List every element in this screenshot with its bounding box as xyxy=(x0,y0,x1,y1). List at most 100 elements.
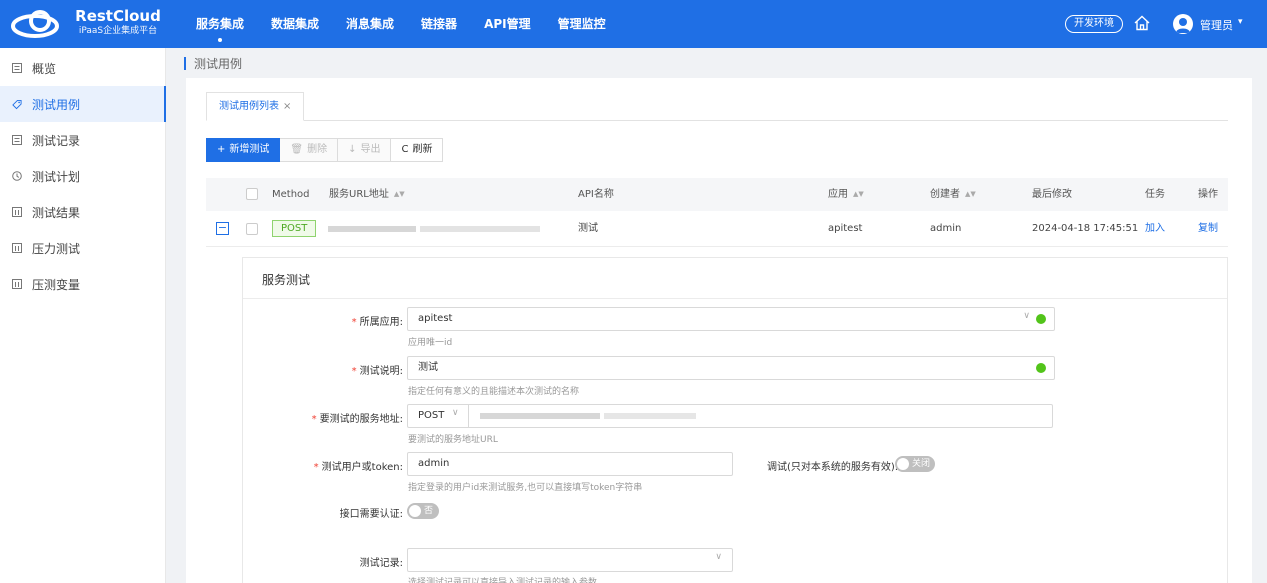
panel-divider xyxy=(243,298,1227,299)
chevron-down-icon[interactable]: ∨ xyxy=(452,408,459,418)
user-menu-caret-icon[interactable]: ▾ xyxy=(1238,17,1243,27)
table-row: − POST 测试 apitest admin 2024-04-18 17:45… xyxy=(206,211,1228,247)
service-url-label: * 要测试的服务地址: xyxy=(311,414,403,425)
column-header-app[interactable]: 应用 ▲▼ xyxy=(828,178,864,211)
sidebar-item-label: 测试计划 xyxy=(32,169,81,184)
app-field-label: * 所属应用: xyxy=(351,317,403,328)
test-record-select[interactable]: ∨ xyxy=(407,548,733,572)
refresh-button[interactable]: C 刷新 xyxy=(391,138,444,162)
nav-item-api-management[interactable]: API管理 xyxy=(484,0,531,48)
sidebar-item-test-cases[interactable]: 测试用例 xyxy=(0,86,166,122)
table-header: Method 服务URL地址 ▲▼ API名称 应用 ▲▼ 创建者 ▲▼ 最后修改 任… xyxy=(206,178,1228,211)
test-description-input[interactable]: 测试 xyxy=(407,356,1055,380)
brand[interactable]: RestCloud iPaaS企业集成平台 xyxy=(68,7,168,37)
service-test-panel: 服务测试 * 所属应用: apitest ∨ 应用唯一id * 测试说明: 测试 指… xyxy=(242,257,1228,583)
sidebar-item-stress-test[interactable]: 压力测试 xyxy=(0,230,166,266)
nav-item-message-integration[interactable]: 消息集成 xyxy=(346,0,394,48)
toggle-text: 关闭 xyxy=(912,459,931,469)
tab-label: 测试用例列表 xyxy=(219,101,279,112)
user-icon xyxy=(1176,18,1190,33)
column-header-last-modified: 最后修改 xyxy=(1032,189,1072,200)
new-test-button[interactable]: + 新增测试 xyxy=(206,138,281,162)
check-circle-icon xyxy=(1036,314,1046,324)
download-icon: ↓ xyxy=(348,144,357,155)
debug-toggle[interactable]: 关闭 xyxy=(895,456,935,472)
nav-item-data-integration[interactable]: 数据集成 xyxy=(271,0,319,48)
method-select-value[interactable]: POST xyxy=(418,405,444,427)
sidebar: 概览 测试用例 测试记录 测试计划 测试结果 压力测试 压测变量 xyxy=(0,48,166,583)
desc-field-hint: 指定任何有意义的且能描述本次测试的名称 xyxy=(408,387,580,397)
chevron-down-icon: ∨ xyxy=(715,552,722,562)
sort-icon[interactable]: ▲▼ xyxy=(965,190,976,197)
active-nav-dot xyxy=(218,38,222,42)
column-header-api-name: API名称 xyxy=(578,189,614,200)
url-redacted xyxy=(328,226,416,232)
sort-icon[interactable]: ▲▼ xyxy=(394,190,405,197)
column-header-url[interactable]: 服务URL地址 ▲▼ xyxy=(329,178,405,211)
trash-icon: 🗑 xyxy=(290,144,304,155)
clock-icon xyxy=(12,171,22,181)
column-header-method: Method xyxy=(272,189,310,200)
sidebar-item-test-results[interactable]: 测试结果 xyxy=(0,194,166,230)
auth-toggle-label: 接口需要认证: xyxy=(339,509,403,520)
app-select-value: apitest xyxy=(418,313,453,324)
token-field-label: * 测试用户或token: xyxy=(313,462,403,473)
user-name[interactable]: 管理员 xyxy=(1200,17,1233,33)
user-avatar[interactable] xyxy=(1173,14,1193,34)
result-icon xyxy=(12,207,22,217)
check-circle-icon xyxy=(1036,363,1046,373)
breadcrumb: 测试用例 xyxy=(184,55,242,71)
column-header-task: 任务 xyxy=(1145,189,1165,200)
tab-divider xyxy=(206,120,1228,121)
method-tag-post: POST xyxy=(272,220,317,237)
nav-item-connector[interactable]: 链接器 xyxy=(421,0,457,48)
main-content: 测试用例列表 × + 新增测试 🗑 删除 ↓ 导出 C 刷新 Method 服务URL地址… xyxy=(186,78,1252,583)
row-expand-button[interactable]: − xyxy=(216,222,229,235)
export-button[interactable]: ↓ 导出 xyxy=(338,138,392,162)
environment-button[interactable]: 开发环境 xyxy=(1065,15,1123,33)
test-description-value: 测试 xyxy=(418,362,438,373)
stress-icon xyxy=(12,243,22,253)
refresh-icon: C xyxy=(401,144,409,155)
plus-icon: + xyxy=(217,144,226,155)
column-header-creator[interactable]: 创建者 ▲▼ xyxy=(930,178,976,211)
sidebar-item-overview[interactable]: 概览 xyxy=(0,50,166,86)
sidebar-item-test-plan[interactable]: 测试计划 xyxy=(0,158,166,194)
panel-title: 服务测试 xyxy=(262,273,311,287)
copy-link[interactable]: 复制 xyxy=(1198,211,1218,247)
overview-icon xyxy=(12,63,22,73)
sidebar-item-label: 测试结果 xyxy=(32,205,81,220)
user-token-value: admin xyxy=(418,458,450,469)
sidebar-item-test-records[interactable]: 测试记录 xyxy=(0,122,166,158)
sort-icon[interactable]: ▲▼ xyxy=(853,190,864,197)
delete-button[interactable]: 🗑 删除 xyxy=(280,138,339,162)
toggle-knob xyxy=(897,458,909,470)
debug-toggle-label: 调试(只对本系统的服务有效): xyxy=(767,462,899,473)
row-app: apitest xyxy=(828,223,863,234)
input-divider xyxy=(468,405,469,427)
tab-test-case-list[interactable]: 测试用例列表 × xyxy=(206,92,305,121)
app-select[interactable]: apitest ∨ xyxy=(407,307,1055,331)
sidebar-item-label: 测试用例 xyxy=(32,97,81,112)
home-icon[interactable] xyxy=(1133,14,1151,32)
sidebar-item-stress-variables[interactable]: 压测变量 xyxy=(0,266,166,302)
row-checkbox[interactable] xyxy=(246,223,258,235)
nav-item-service-integration[interactable]: 服务集成 xyxy=(196,0,244,48)
tab-close-icon[interactable]: × xyxy=(283,101,291,112)
record-field-hint: 选择测试记录可以直接导入测试记录的输入参数 xyxy=(408,578,598,583)
sidebar-item-label: 概览 xyxy=(32,61,57,76)
user-token-input[interactable]: admin xyxy=(407,452,733,476)
add-task-link[interactable]: 加入 xyxy=(1145,211,1165,247)
url-redacted xyxy=(420,226,540,232)
column-header-action: 操作 xyxy=(1198,189,1218,200)
select-all-checkbox[interactable] xyxy=(246,188,258,200)
token-field-hint: 指定登录的用户id来测试服务,也可以直接填写token字符串 xyxy=(408,483,643,493)
service-url-input[interactable]: POST ∨ xyxy=(407,404,1053,428)
sidebar-item-label: 测试记录 xyxy=(32,133,81,148)
record-icon xyxy=(12,135,22,145)
service-url-hint: 要测试的服务地址URL xyxy=(408,435,498,445)
nav-item-monitoring[interactable]: 管理监控 xyxy=(558,0,606,48)
row-api-name: 测试 xyxy=(578,223,598,234)
auth-toggle[interactable]: 否 xyxy=(407,503,439,519)
breadcrumb-marker xyxy=(184,56,186,70)
